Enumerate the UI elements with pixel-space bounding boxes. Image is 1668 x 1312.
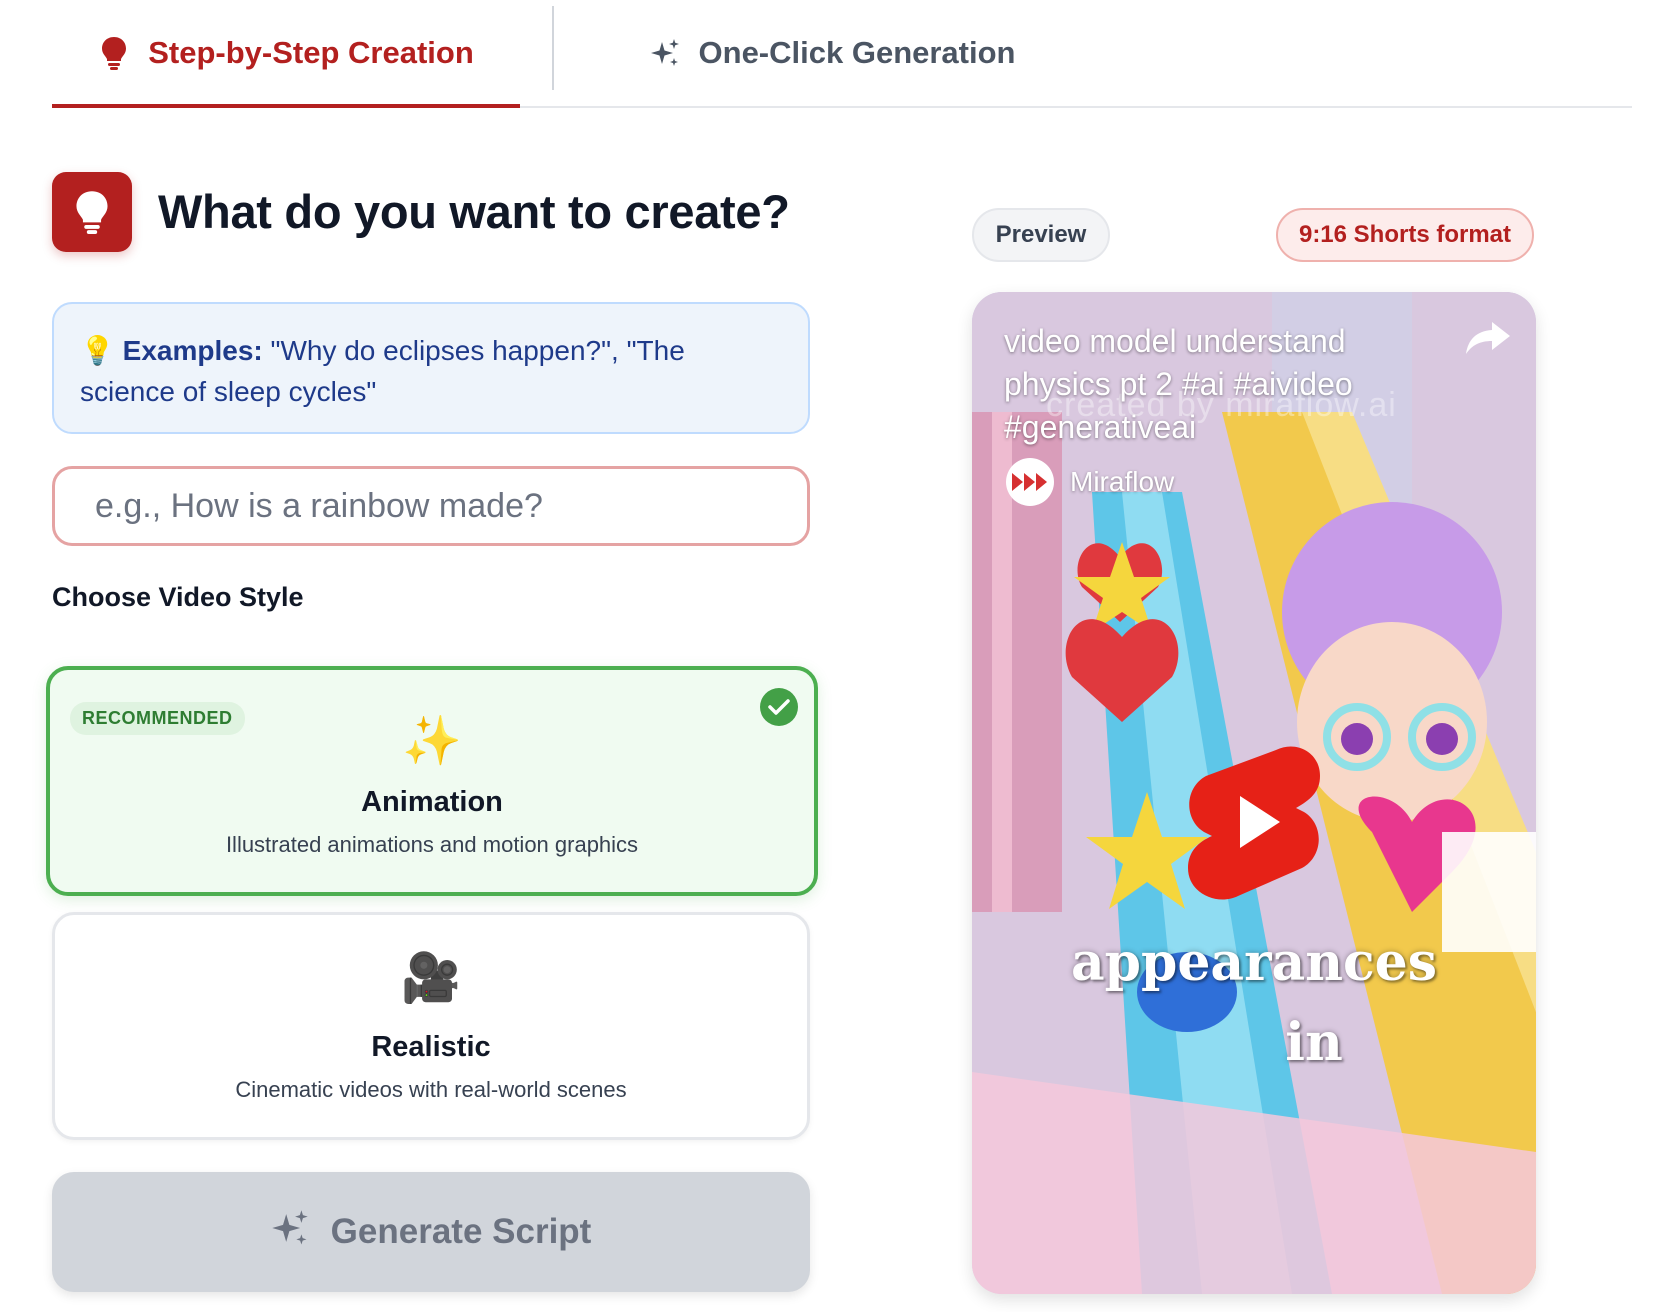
video-title: video model understand physics pt 2 #ai … (1004, 323, 1353, 445)
style-title-realistic: Realistic (371, 1031, 491, 1063)
style-option-realistic[interactable]: 🎥 Realistic Cinematic videos with real-w… (52, 912, 810, 1140)
sparkles-icon (649, 36, 681, 70)
choose-style-label: Choose Video Style (52, 582, 304, 612)
share-icon[interactable] (1464, 318, 1512, 358)
page-title: What do you want to create? (158, 185, 790, 238)
video-caption-line2: in (1285, 1012, 1343, 1073)
sparkles-emoji-icon: ✨ (402, 715, 462, 768)
tab-divider (552, 6, 554, 90)
mode-tabs: Step-by-Step Creation One-Click Generati… (52, 0, 1632, 108)
style-desc-animation: Illustrated animations and motion graphi… (225, 832, 639, 857)
lightbulb-icon (98, 36, 130, 70)
tab-step-by-step-label: Step-by-Step Creation (148, 35, 474, 70)
examples-box: 💡 Examples: "Why do eclipses happen?", "… (52, 302, 810, 434)
youtube-shorts-play-icon[interactable] (1184, 742, 1324, 902)
tab-step-by-step[interactable]: Step-by-Step Creation (52, 0, 520, 108)
format-badge: 9:16 Shorts format (1276, 208, 1534, 262)
page: Step-by-Step Creation One-Click Generati… (0, 0, 1668, 1312)
preview-pill: Preview (972, 208, 1110, 262)
generate-script-button[interactable]: Generate Script (52, 1172, 810, 1292)
style-option-animation[interactable]: RECOMMENDED ✨ Animation Illustrated anim… (46, 666, 818, 896)
channel-name: Miraflow (1070, 466, 1175, 497)
video-caption-line1: appearances (1070, 932, 1438, 993)
style-title-animation: Animation (361, 786, 503, 818)
tab-one-click[interactable]: One-Click Generation (572, 0, 1092, 106)
sparkles-icon (271, 1209, 309, 1256)
style-desc-realistic: Cinematic videos with real-world scenes (235, 1077, 627, 1102)
channel-avatar (1006, 458, 1054, 506)
tab-one-click-label: One-Click Generation (698, 35, 1016, 70)
header-lightbulb-icon (52, 172, 132, 252)
movie-camera-icon: 🎥 (401, 952, 461, 1005)
bulb-emoji-icon: 💡 (80, 335, 115, 366)
topic-input[interactable] (52, 466, 810, 546)
video-preview[interactable]: created by miraflow.ai video model under… (972, 292, 1536, 1294)
channel-info[interactable]: Miraflow (1006, 458, 1174, 506)
examples-label: Examples: (122, 335, 263, 366)
generate-script-label: Generate Script (330, 1212, 592, 1251)
